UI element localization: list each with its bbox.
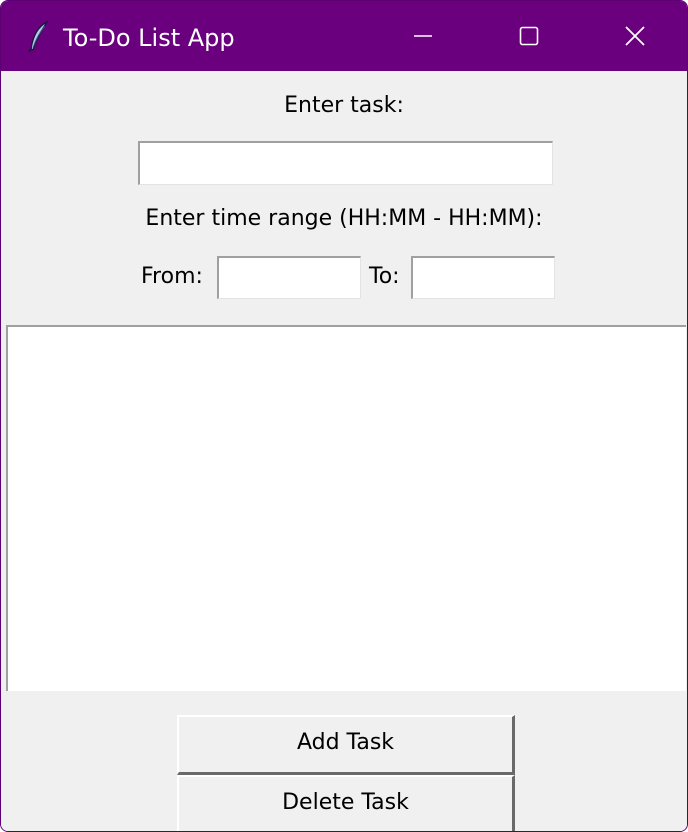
from-time-input[interactable] <box>217 256 361 299</box>
minimize-button[interactable] <box>371 1 475 71</box>
delete-task-button[interactable]: Delete Task <box>177 775 515 831</box>
maximize-button[interactable] <box>477 1 581 71</box>
minimize-icon <box>414 35 432 37</box>
to-time-input[interactable] <box>411 256 555 299</box>
close-icon <box>625 26 645 46</box>
to-label: To: <box>369 264 400 289</box>
feather-icon <box>28 21 49 53</box>
title-bar[interactable]: To-Do List App <box>1 1 687 71</box>
time-range-label: Enter time range (HH:MM - HH:MM): <box>145 206 543 231</box>
app-window: To-Do List App Enter task: Enter time ra… <box>0 0 688 832</box>
maximize-icon <box>519 26 539 46</box>
main-content: Enter task: Enter time range (HH:MM - HH… <box>1 71 687 831</box>
window-title: To-Do List App <box>63 24 235 52</box>
add-task-button[interactable]: Add Task <box>177 715 515 775</box>
task-input[interactable] <box>138 141 553 185</box>
task-label: Enter task: <box>284 93 404 118</box>
from-label: From: <box>141 264 203 289</box>
task-listbox[interactable] <box>6 325 686 691</box>
close-button[interactable] <box>583 1 687 71</box>
